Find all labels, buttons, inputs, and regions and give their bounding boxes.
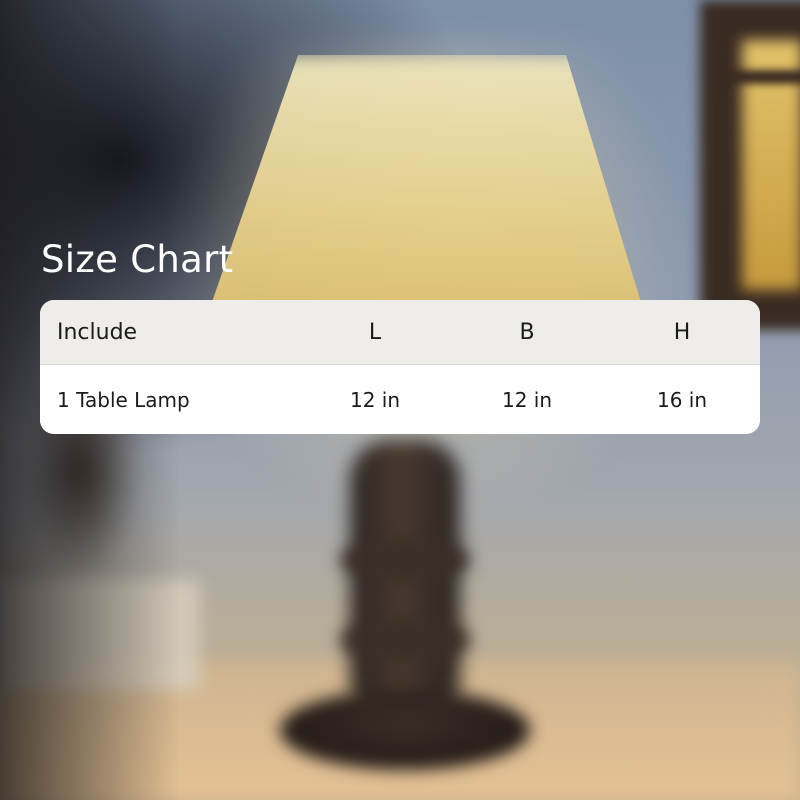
header-include: Include (57, 319, 138, 345)
header-length: L (368, 319, 382, 345)
header-height: H (673, 319, 691, 345)
size-chart-title: Size Chart (41, 238, 234, 281)
size-chart-table: Include L B H 1 Table Lamp 12 in 12 in 1… (40, 300, 760, 434)
lamp-stem-ring (340, 620, 470, 660)
lamp-stem-ring (340, 540, 470, 580)
table-row: 1 Table Lamp 12 in 12 in 16 in (40, 365, 760, 434)
cell-breadth: 12 in (501, 387, 553, 412)
cell-height: 16 in (656, 387, 708, 412)
window-bar (730, 70, 800, 84)
cell-length: 12 in (349, 387, 401, 412)
cell-include: 1 Table Lamp (57, 387, 190, 412)
header-breadth: B (519, 319, 535, 345)
lamp-stem (350, 440, 460, 720)
table-header-row: Include L B H (40, 300, 760, 365)
lamp-base (280, 690, 530, 770)
